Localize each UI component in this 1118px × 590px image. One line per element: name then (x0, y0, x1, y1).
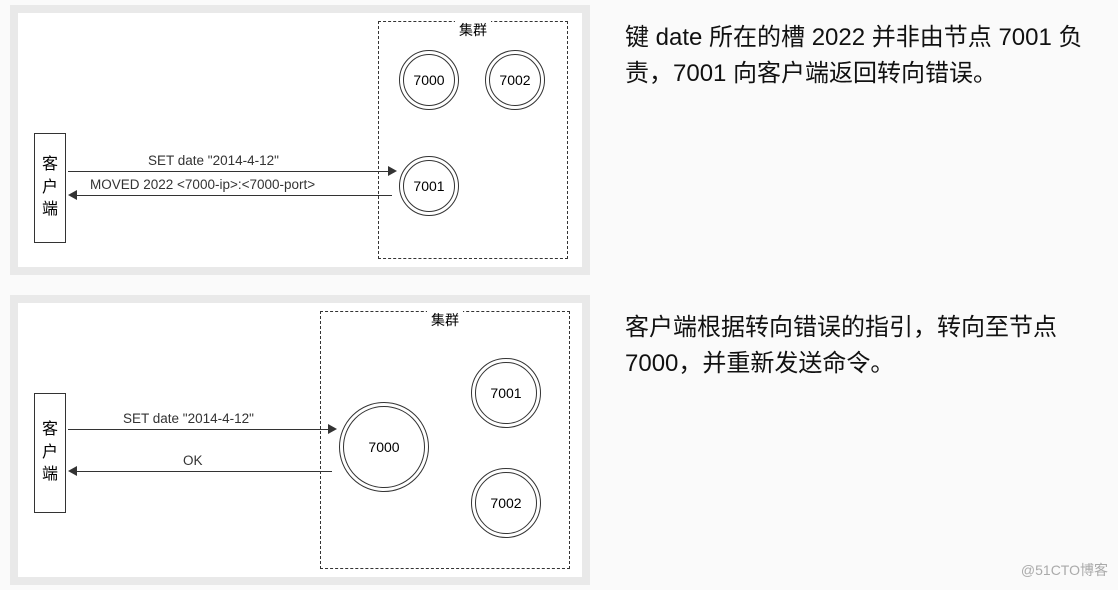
arrow-resp-1-head (68, 190, 77, 200)
diagram-2: 客 户 端 集群 7000 7001 (18, 303, 582, 577)
node-7001-d2: 7001 (471, 358, 541, 428)
explain-2-text: 客户端根据转向错误的指引，转向至节点 7000，并重新发送命令。 (625, 310, 1103, 382)
arrow-req-2-label: SET date "2014-4-12" (123, 411, 254, 426)
arrow-req-1 (68, 171, 390, 172)
arrow-resp-1 (76, 195, 392, 196)
cluster-label-2: 集群 (427, 310, 463, 330)
cluster-box-1: 集群 7000 7002 7001 (378, 21, 568, 259)
client-char: 户 (42, 442, 58, 464)
node-7000-d2: 7000 (339, 402, 429, 492)
node-7002-d2: 7002 (471, 468, 541, 538)
client-char: 客 (42, 154, 58, 176)
explain-2: 客户端根据转向错误的指引，转向至节点 7000，并重新发送命令。 (600, 290, 1118, 392)
diagram-1-panel: 客 户 端 集群 7000 7002 (10, 5, 590, 275)
cluster-label-1: 集群 (455, 20, 491, 40)
arrow-resp-2-head (68, 466, 77, 476)
client-char: 端 (42, 199, 58, 221)
cluster-box-2: 集群 7000 7001 7002 (320, 311, 570, 569)
node-7000-d1: 7000 (399, 50, 459, 110)
client-box-2: 客 户 端 (34, 393, 66, 513)
diagram-2-col: 客 户 端 集群 7000 7001 (0, 290, 600, 590)
arrow-req-1-label: SET date "2014-4-12" (148, 153, 279, 168)
arrow-req-2-head (328, 424, 337, 434)
arrow-resp-2 (76, 471, 332, 472)
watermark: @51CTO博客 (1021, 560, 1108, 580)
arrow-resp-2-label: OK (183, 453, 203, 468)
client-char: 户 (42, 177, 58, 199)
arrow-req-1-head (388, 166, 397, 176)
client-box-1: 客 户 端 (34, 133, 66, 243)
explain-1-text: 键 date 所在的槽 2022 并非由节点 7001 负责，7001 向客户端… (625, 20, 1103, 92)
diagram-1-col: 客 户 端 集群 7000 7002 (0, 0, 600, 290)
explain-1: 键 date 所在的槽 2022 并非由节点 7001 负责，7001 向客户端… (600, 0, 1118, 102)
client-char: 客 (42, 419, 58, 441)
arrow-req-2 (68, 429, 330, 430)
row-2: 客 户 端 集群 7000 7001 (0, 290, 1118, 590)
node-7002-d1: 7002 (485, 50, 545, 110)
node-7001-d1: 7001 (399, 156, 459, 216)
diagram-2-panel: 客 户 端 集群 7000 7001 (10, 295, 590, 585)
arrow-resp-1-label: MOVED 2022 <7000-ip>:<7000-port> (90, 177, 315, 192)
client-char: 端 (42, 464, 58, 486)
diagram-1: 客 户 端 集群 7000 7002 (18, 13, 582, 267)
row-1: 客 户 端 集群 7000 7002 (0, 0, 1118, 290)
